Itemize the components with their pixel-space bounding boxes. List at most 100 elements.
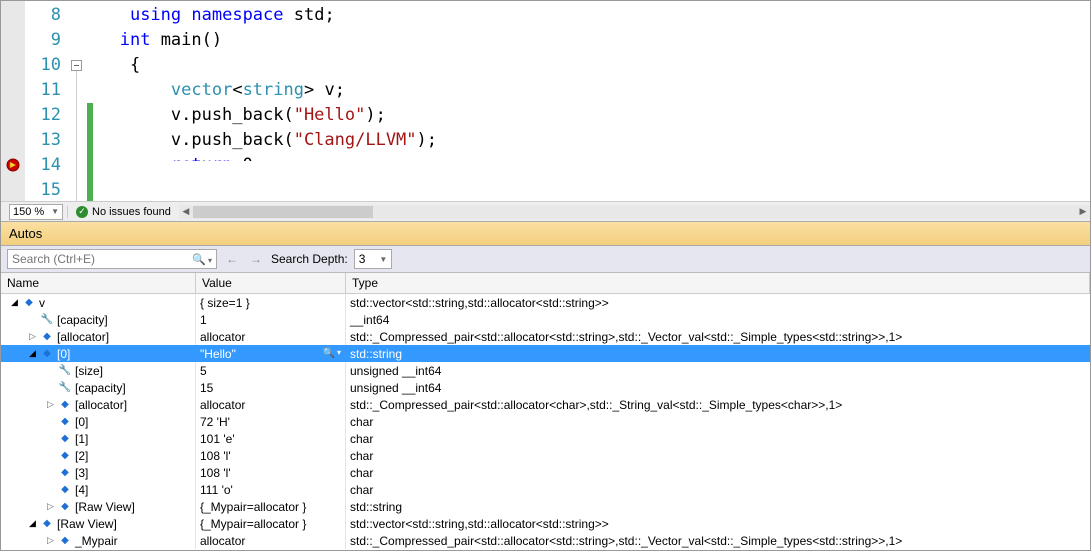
- search-icon[interactable]: 🔍▾: [192, 253, 212, 266]
- scroll-right-arrow[interactable]: ▶: [1076, 205, 1090, 219]
- expand-toggle[interactable]: ◢: [27, 348, 38, 359]
- autos-rows[interactable]: ◢◆v{ size=1 }std::vector<std::string,std…: [1, 294, 1090, 549]
- autos-row[interactable]: ◆[0]72 'H'char: [1, 413, 1090, 430]
- issues-text: No issues found: [92, 206, 171, 218]
- autos-grid-header: Name Value Type: [1, 273, 1090, 294]
- row-name: [Raw View]: [57, 517, 117, 531]
- autos-row[interactable]: ◢◆v{ size=1 }std::vector<std::string,std…: [1, 294, 1090, 311]
- row-name: v: [39, 296, 45, 310]
- autos-row[interactable]: ▷◆[allocator]allocatorstd::_Compressed_p…: [1, 396, 1090, 413]
- row-name: [allocator]: [75, 398, 127, 412]
- autos-row[interactable]: ◆[4]111 'o'char: [1, 481, 1090, 498]
- row-value: {_Mypair=allocator }: [200, 500, 306, 514]
- search-depth-combo[interactable]: 3 ▼: [354, 249, 393, 269]
- raw-icon: ◆: [58, 534, 72, 548]
- row-value: "Hello": [200, 347, 236, 361]
- expand-toggle[interactable]: ◢: [9, 297, 20, 308]
- line-number: 9: [25, 28, 61, 53]
- issues-status[interactable]: ✓ No issues found: [67, 206, 171, 218]
- autos-row[interactable]: ◆[3]108 'l'char: [1, 464, 1090, 481]
- zoom-combo[interactable]: 150 % ▼: [9, 204, 63, 220]
- elem-icon: ◆: [58, 500, 72, 514]
- autos-row[interactable]: 🔧[capacity]1__int64: [1, 311, 1090, 328]
- row-name: [Raw View]: [75, 500, 135, 514]
- search-box[interactable]: 🔍▾: [7, 249, 217, 269]
- change-indicator: [87, 103, 93, 128]
- autos-panel-header[interactable]: Autos: [1, 221, 1090, 246]
- line-number: 13: [25, 128, 61, 153]
- change-indicator: [87, 128, 93, 153]
- elem-icon: ◆: [40, 330, 54, 344]
- row-name: [0]: [75, 415, 88, 429]
- nav-forward-button[interactable]: →: [247, 250, 265, 268]
- expand-toggle[interactable]: ◢: [27, 518, 38, 529]
- search-input[interactable]: [12, 252, 172, 266]
- change-indicator: [87, 178, 93, 201]
- autos-row[interactable]: 🔧[size]5unsigned __int64: [1, 362, 1090, 379]
- elem-icon: ◆: [58, 483, 72, 497]
- code-area[interactable]: using namespace std; int main() { vector…: [89, 1, 1090, 201]
- elem-icon: ◆: [58, 449, 72, 463]
- autos-row[interactable]: ▷◆[Raw View]{_Mypair=allocator }std::str…: [1, 498, 1090, 515]
- row-value: allocator: [200, 398, 245, 412]
- expand-toggle[interactable]: ▷: [45, 399, 56, 410]
- row-name: [allocator]: [57, 330, 109, 344]
- row-type: std::vector<std::string,std::allocator<s…: [346, 517, 1090, 531]
- autos-row[interactable]: ◆[2]108 'l'char: [1, 447, 1090, 464]
- line-number-gutter: 89101112131415: [25, 1, 69, 201]
- code-line[interactable]: vector<string> v;: [89, 78, 1090, 103]
- col-header-name[interactable]: Name: [1, 273, 196, 293]
- code-line[interactable]: v.push_back("Clang/LLVM");: [89, 128, 1090, 153]
- row-value: 72 'H': [200, 415, 230, 429]
- nav-back-button[interactable]: ←: [223, 250, 241, 268]
- chevron-down-icon: ▼: [51, 207, 59, 216]
- autos-row[interactable]: ◢◆[0]"Hello"🔍▾std::string: [1, 345, 1090, 362]
- row-type: __int64: [346, 313, 1090, 327]
- expand-spacer: [45, 467, 56, 478]
- prop-icon: 🔧: [58, 364, 72, 378]
- row-type: unsigned __int64: [346, 381, 1090, 395]
- col-header-type[interactable]: Type: [346, 273, 1090, 293]
- row-type: char: [346, 449, 1090, 463]
- line-number: 14: [25, 153, 61, 178]
- col-header-value[interactable]: Value: [196, 273, 346, 293]
- breakpoint-gutter[interactable]: [1, 1, 25, 201]
- chevron-down-icon: ▼: [379, 255, 387, 264]
- expand-toggle[interactable]: ▷: [27, 331, 38, 342]
- row-type: std::string: [346, 347, 1090, 361]
- code-line[interactable]: using namespace std;: [89, 3, 1090, 28]
- expand-spacer: [45, 450, 56, 461]
- fold-toggle[interactable]: [71, 60, 82, 71]
- code-line[interactable]: int main(): [89, 28, 1090, 53]
- row-type: std::_Compressed_pair<std::allocator<std…: [346, 534, 1090, 548]
- autos-row[interactable]: ▷◆_Mypairallocatorstd::_Compressed_pair<…: [1, 532, 1090, 549]
- autos-row[interactable]: ◆[1]101 'e'char: [1, 430, 1090, 447]
- autos-row[interactable]: 🔧[capacity]15unsigned __int64: [1, 379, 1090, 396]
- expand-spacer: [27, 314, 38, 325]
- code-editor[interactable]: 89101112131415 using namespace std; int …: [1, 1, 1090, 201]
- fold-gutter[interactable]: [69, 1, 89, 201]
- row-value: 111 'o': [200, 483, 233, 497]
- elem-icon: ◆: [58, 415, 72, 429]
- code-line[interactable]: {: [89, 53, 1090, 78]
- expand-toggle[interactable]: ▷: [45, 501, 56, 512]
- row-name: [3]: [75, 466, 88, 480]
- code-line[interactable]: v.push_back("Hello");: [89, 103, 1090, 128]
- row-value: 1: [200, 313, 207, 327]
- row-value: {_Mypair=allocator }: [200, 517, 306, 531]
- autos-row[interactable]: ◢◆[Raw View]{_Mypair=allocator }std::vec…: [1, 515, 1090, 532]
- expand-spacer: [45, 416, 56, 427]
- row-value: { size=1 }: [200, 296, 250, 310]
- expand-toggle[interactable]: ▷: [45, 535, 56, 546]
- row-name: [size]: [75, 364, 103, 378]
- horizontal-scrollbar[interactable]: ◀ ▶: [179, 205, 1090, 219]
- code-line[interactable]: return 0;: [89, 153, 1090, 161]
- scroll-left-arrow[interactable]: ◀: [179, 205, 193, 219]
- scroll-thumb[interactable]: [193, 206, 373, 218]
- visualizer-button[interactable]: 🔍▾: [323, 348, 341, 359]
- editor-statusbar: 150 % ▼ ✓ No issues found ◀ ▶: [1, 201, 1090, 221]
- breakpoint-current-icon[interactable]: [6, 158, 20, 172]
- expand-spacer: [45, 433, 56, 444]
- prop-icon: 🔧: [40, 313, 54, 327]
- autos-row[interactable]: ▷◆[allocator]allocatorstd::_Compressed_p…: [1, 328, 1090, 345]
